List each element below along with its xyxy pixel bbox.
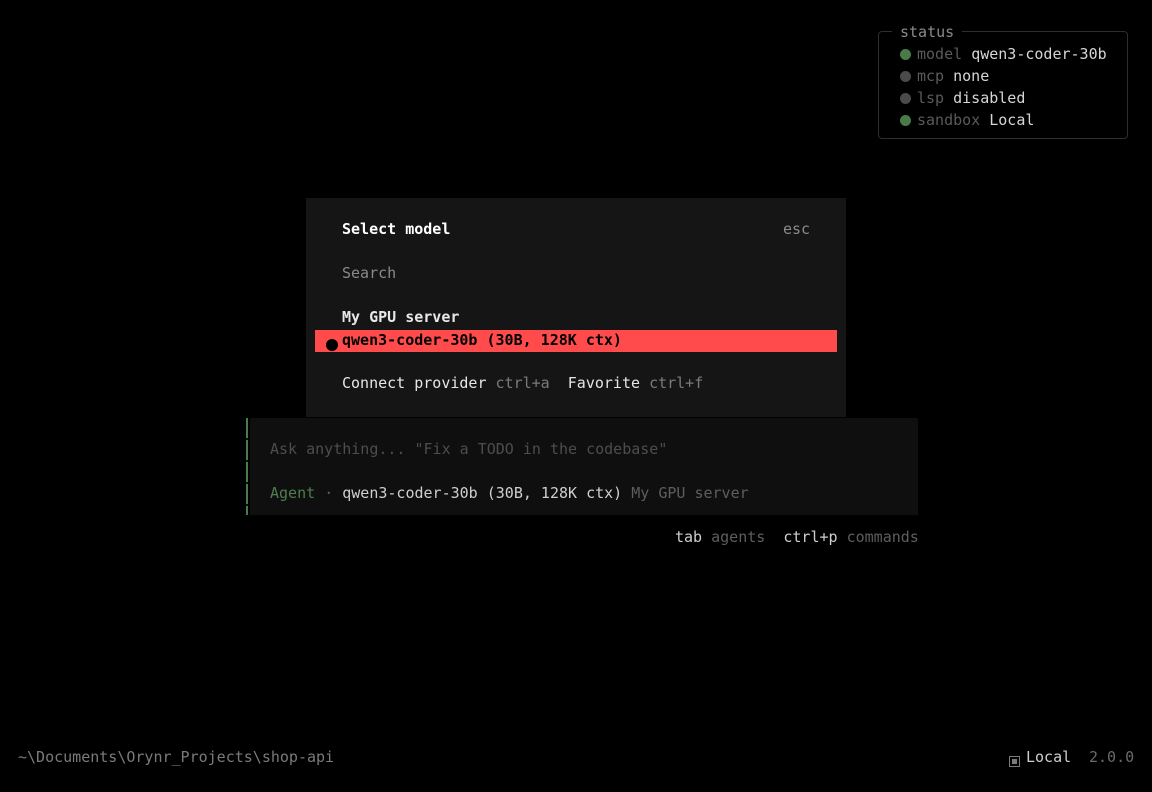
status-dot-icon [900,115,911,126]
status-key: sandbox [917,111,981,129]
model-search-input[interactable]: Search [342,262,396,284]
prompt-input[interactable]: Ask anything... "Fix a TODO in the codeb… [270,438,667,460]
connect-provider-shortcut: ctrl+a [495,374,550,392]
favorite-shortcut: ctrl+f [649,374,704,392]
hint-desc: commands [846,528,919,546]
prompt-accent-bar [246,418,248,515]
dialog-close-hint[interactable]: esc [783,218,810,240]
hint-key: ctrl+p [783,528,838,546]
working-directory: ~\Documents\Orynr_Projects\shop-api [18,748,335,766]
status-dot-icon [900,93,911,104]
sandbox-icon [1009,756,1020,767]
hint-key: tab [675,528,703,546]
agent-model[interactable]: qwen3-coder-30b (30B, 128K ctx) [342,484,622,502]
status-value: none [953,67,990,85]
agent-mode[interactable]: Agent [270,484,315,502]
status-key: lsp [917,89,945,107]
dialog-title: Select model [342,220,451,238]
status-row-mcp: mcp none [900,65,989,87]
keyboard-hints: tab agents ctrl+p commands [675,526,919,548]
status-key: mcp [917,67,945,85]
favorite-button[interactable]: Favorite [568,374,640,392]
sandbox-label: Local [1026,748,1072,766]
agent-info: Agent · qwen3-coder-30b (30B, 128K ctx) … [270,482,749,504]
agent-provider: My GPU server [631,484,749,502]
status-title: status [892,21,963,43]
connect-provider-button[interactable]: Connect provider [342,374,487,392]
status-dot-icon [900,71,911,82]
app-version: 2.0.0 [1089,748,1135,766]
status-value: disabled [953,89,1026,107]
status-row-sandbox: sandbox Local [900,109,1034,131]
dialog-actions: Connect provider ctrl+a Favorite ctrl+f [342,372,703,394]
hint-desc: agents [711,528,766,546]
status-row-lsp: lsp disabled [900,87,1025,109]
status-key: model [917,45,963,63]
status-dot-icon [900,49,911,60]
status-value: Local [989,111,1035,129]
selected-dot-icon [326,339,338,351]
status-row-model: model qwen3-coder-30b [900,43,1107,65]
agent-separator: · [324,484,334,502]
status-value: qwen3-coder-30b [971,45,1107,63]
model-option-label[interactable]: qwen3-coder-30b (30B, 128K ctx) [342,329,622,351]
provider-group-label: My GPU server [342,308,460,326]
